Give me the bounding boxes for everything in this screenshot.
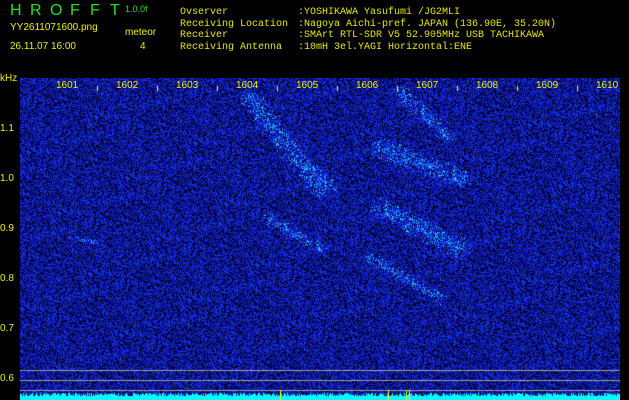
info-row: Ovserver :YOSHIKAWA Yasufumi /JG2MLI — [180, 7, 556, 19]
x-tick-label: 1601 — [56, 80, 79, 91]
y-tick-label: 0.9 — [0, 223, 14, 234]
filename: YY2611071600.png — [10, 22, 98, 33]
meteor-label: meteor — [125, 27, 157, 38]
info-value: :10mH 3el.YAGI Horizontal:ENE — [298, 41, 473, 53]
y-tick-label: 0.6 — [0, 373, 14, 384]
title-letter: F — [90, 2, 100, 19]
info-row: Receiver :SMArt RTL-SDR V5 52.905MHz USB … — [180, 30, 556, 42]
title-letter: O — [50, 2, 63, 19]
info-row: Receiving Location :Nagoya Aichi-pref. JA… — [180, 19, 556, 31]
y-tick-label: 0.7 — [0, 323, 14, 334]
x-tick-label: 1604 — [236, 80, 259, 91]
y-unit-label: kHz — [0, 73, 18, 84]
title-letter: H — [10, 2, 22, 19]
x-tick-label: 1606 — [356, 80, 379, 91]
title-letter: R — [30, 2, 42, 19]
title-letter: F — [70, 2, 80, 19]
y-tick-label: 1.0 — [0, 173, 14, 184]
x-tick-label: 1608 — [476, 80, 499, 91]
station-info: Ovserver :YOSHIKAWA Yasufumi /JG2MLI Rece… — [180, 7, 556, 53]
info-row: Receiving Antenna :10mH 3el.YAGI Horizont… — [180, 42, 556, 54]
y-tick-label: 1.1 — [0, 123, 14, 134]
y-tick-label: 0.8 — [0, 273, 14, 284]
x-tick-label: 1603 — [176, 80, 199, 91]
info-value: :Nagoya Aichi-pref. JAPAN (136.90E, 35.2… — [298, 18, 557, 30]
x-tick-label: 1609 — [536, 80, 559, 91]
info-key: Receiving Antenna — [180, 41, 283, 53]
version: 1.0.0f — [125, 4, 148, 14]
info-key: Receiver — [180, 30, 229, 41]
info-key: Receiving Location — [180, 18, 289, 30]
info-value: :YOSHIKAWA Yasufumi /JG2MLI — [298, 7, 461, 18]
x-tick-label: 1610 — [596, 80, 619, 91]
info-key: Ovserver — [180, 7, 229, 18]
x-tick-label: 1605 — [296, 80, 319, 91]
x-tick-label: 1607 — [416, 80, 439, 91]
datetime: 26.11.07 16:00 — [10, 41, 76, 52]
waterfall-spectrogram — [20, 78, 620, 400]
app-title: HROFFT — [10, 2, 130, 20]
info-value: :SMArt RTL-SDR V5 52.905MHz USB TACHIKAW… — [298, 30, 545, 41]
x-tick-label: 1602 — [116, 80, 139, 91]
meteor-count: 4 — [140, 41, 146, 52]
